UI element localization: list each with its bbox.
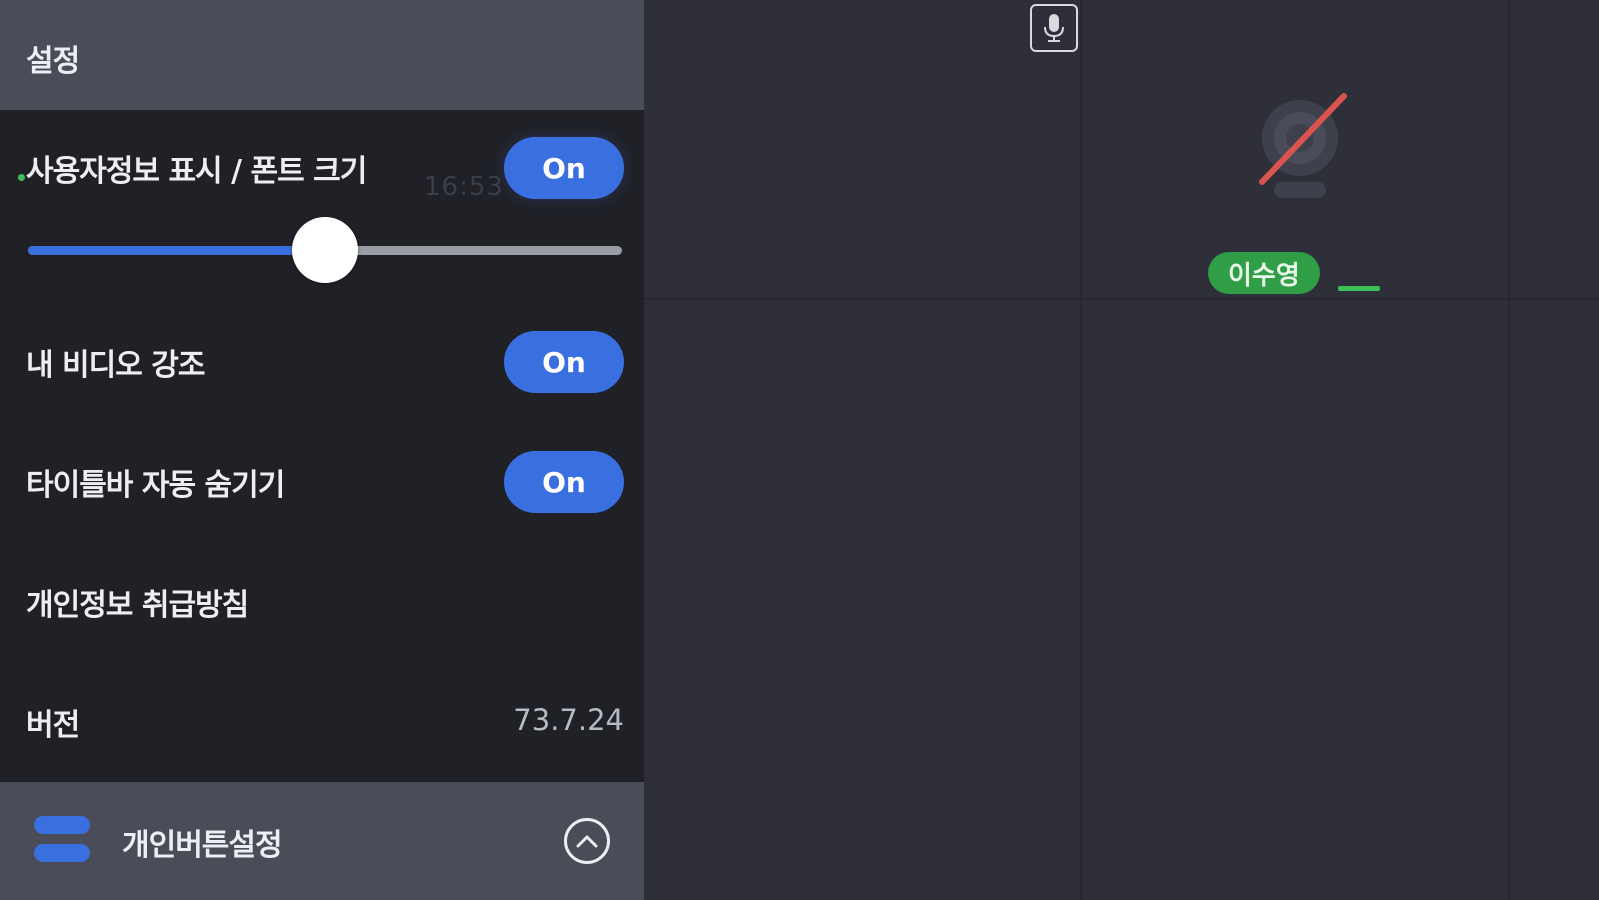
version-label: 버전 (26, 708, 80, 743)
mic-icon[interactable] (1030, 4, 1078, 52)
grid-divider (644, 298, 1599, 300)
grid-divider (1508, 0, 1510, 900)
user-info-toggle[interactable]: On (504, 137, 624, 199)
status-dot (18, 174, 25, 181)
highlight-my-video-toggle[interactable]: On (504, 331, 624, 393)
user-info-font-size-label: 사용자정보 표시 / 폰트 크기 (26, 154, 367, 189)
personal-button-settings-bar[interactable]: 개인버튼설정 (0, 782, 644, 900)
menu-icon (34, 816, 90, 862)
app-window: 설정 사용자정보 표시 / 폰트 크기 16:53 On 내 비디오 강조 On… (0, 0, 1599, 900)
video-grid: 이수영 (644, 0, 1599, 900)
auto-hide-titlebar-label: 타이틀바 자동 숨기기 (26, 468, 285, 503)
version-value: 73.7.24 (513, 703, 624, 737)
camera-off-icon (1240, 88, 1360, 208)
settings-panel: 설정 사용자정보 표시 / 폰트 크기 16:53 On 내 비디오 강조 On… (0, 0, 644, 900)
personal-button-settings-label: 개인버튼설정 (122, 828, 283, 863)
menu-icon-bar (34, 816, 90, 834)
panel-title: 설정 (26, 44, 80, 79)
slider-thumb[interactable] (292, 217, 358, 283)
menu-icon-bar (34, 844, 90, 862)
faded-timestamp: 16:53 (424, 172, 504, 202)
chevron-up-icon[interactable] (564, 818, 610, 864)
font-size-slider[interactable] (28, 217, 622, 283)
slider-fill (28, 246, 325, 255)
speaking-indicator (1338, 286, 1380, 291)
highlight-my-video-label: 내 비디오 강조 (26, 348, 205, 383)
grid-divider (1080, 0, 1082, 900)
panel-header: 설정 (0, 0, 644, 110)
privacy-policy-link[interactable]: 개인정보 취급방침 (26, 580, 249, 624)
participant-name-badge: 이수영 (1208, 252, 1320, 294)
auto-hide-titlebar-toggle[interactable]: On (504, 451, 624, 513)
